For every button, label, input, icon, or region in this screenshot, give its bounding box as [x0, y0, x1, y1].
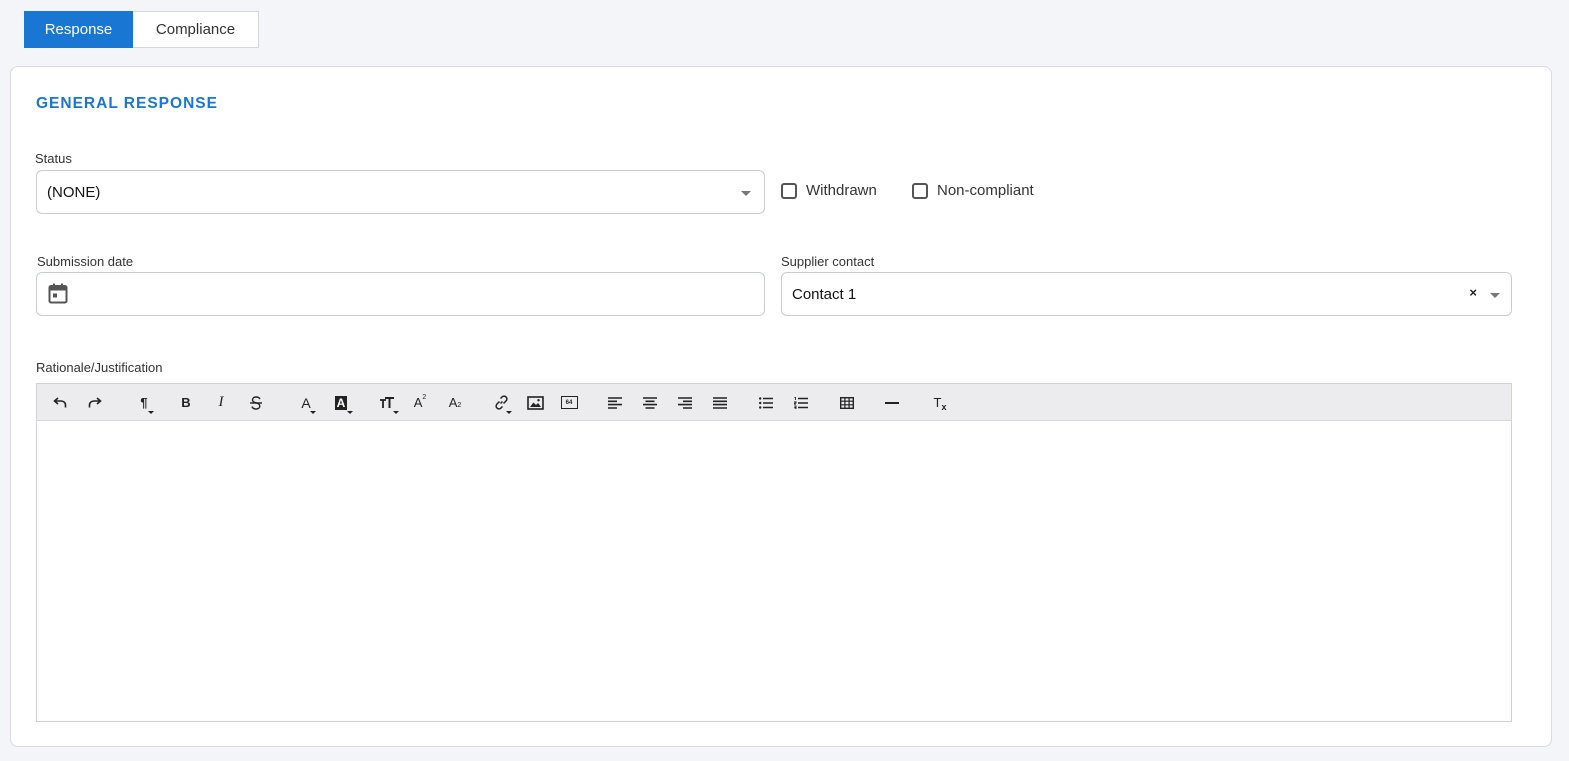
editor-content-area[interactable]	[37, 421, 1511, 721]
undo-icon[interactable]	[51, 390, 69, 415]
tab-compliance[interactable]: Compliance	[133, 11, 259, 48]
link-icon[interactable]	[489, 390, 513, 415]
align-center-icon[interactable]	[641, 390, 659, 415]
italic-icon[interactable]: I	[212, 390, 230, 415]
tab-response[interactable]: Response	[24, 11, 133, 48]
highlight-color-icon[interactable]: A	[328, 390, 354, 415]
rationale-label: Rationale/Justification	[36, 360, 163, 375]
checkbox-box[interactable]	[781, 182, 797, 199]
paragraph-format-icon[interactable]: ¶	[133, 390, 155, 415]
checkbox-box[interactable]	[912, 182, 928, 199]
strikethrough-icon[interactable]	[247, 390, 265, 415]
status-select[interactable]: (NONE)	[36, 170, 765, 214]
align-justify-icon[interactable]	[711, 390, 729, 415]
align-left-icon[interactable]	[606, 390, 624, 415]
status-value: (NONE)	[47, 183, 101, 201]
clear-format-icon[interactable]: Tx	[931, 390, 949, 415]
chevron-down-icon	[741, 191, 751, 196]
submission-date-label: Submission date	[37, 254, 134, 269]
base64-image-icon[interactable]: 64	[559, 390, 579, 415]
bullet-list-icon[interactable]	[757, 390, 775, 415]
withdrawn-label: Withdrawn	[806, 182, 877, 199]
superscript-icon[interactable]: A2	[410, 390, 430, 415]
non-compliant-label: Non-compliant	[937, 182, 1034, 199]
general-response-card: GENERAL RESPONSE Status (NONE) Withdrawn…	[10, 66, 1552, 747]
clear-icon[interactable]: ×	[1469, 285, 1477, 300]
font-color-icon[interactable]: A	[294, 390, 318, 415]
tab-bar: Response Compliance	[24, 11, 259, 48]
chevron-down-icon[interactable]	[1490, 293, 1500, 298]
rich-text-editor: ¶ B I A A A2 A 2 64 T x	[36, 383, 1512, 722]
image-icon[interactable]	[525, 390, 545, 415]
calendar-icon[interactable]	[48, 283, 68, 309]
horizontal-rule-icon[interactable]	[883, 390, 901, 415]
supplier-contact-select[interactable]: Contact 1 ×	[781, 272, 1512, 316]
editor-toolbar: ¶ B I A A A2 A 2 64 T x	[37, 384, 1511, 421]
table-icon[interactable]	[838, 390, 856, 415]
section-title: GENERAL RESPONSE	[36, 95, 218, 112]
withdrawn-checkbox[interactable]: Withdrawn	[781, 182, 877, 199]
submission-date-input[interactable]	[36, 272, 765, 316]
bold-icon[interactable]: B	[177, 390, 195, 415]
numbered-list-icon[interactable]	[792, 390, 810, 415]
subscript-icon[interactable]: A2	[445, 390, 465, 415]
redo-icon[interactable]	[86, 390, 104, 415]
align-right-icon[interactable]	[676, 390, 694, 415]
status-label: Status	[35, 151, 72, 166]
supplier-contact-value: Contact 1	[792, 285, 857, 303]
supplier-contact-label: Supplier contact	[781, 254, 875, 269]
non-compliant-checkbox[interactable]: Non-compliant	[912, 182, 1034, 199]
font-size-icon[interactable]	[374, 390, 400, 415]
